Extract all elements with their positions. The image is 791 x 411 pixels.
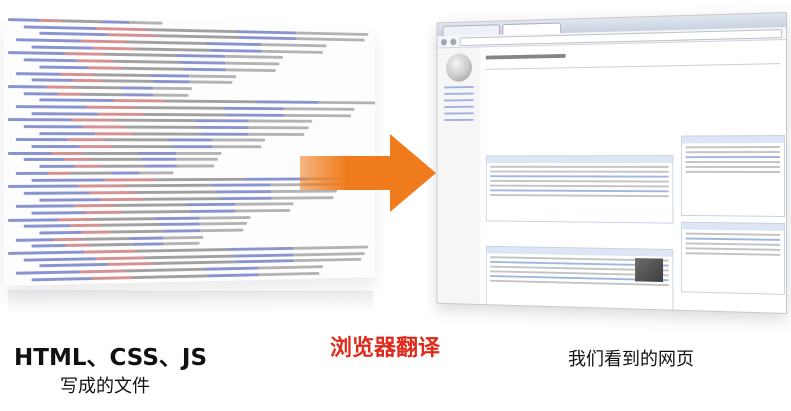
browser-screenshot	[436, 12, 787, 314]
code-line	[15, 235, 204, 242]
sidebar-link	[444, 105, 474, 108]
news-image	[635, 258, 664, 283]
code-line	[15, 171, 174, 175]
code-line	[7, 183, 341, 189]
code-line	[15, 202, 295, 209]
right-arrow-icon	[300, 134, 436, 212]
code-line	[31, 145, 262, 149]
wiki-main	[485, 45, 786, 313]
sidebar-link	[444, 118, 474, 122]
source-caption-line2: 写成的文件	[60, 376, 150, 397]
code-line	[23, 158, 218, 162]
result-caption: 我们看到的网页	[568, 349, 694, 370]
code-line	[15, 138, 266, 142]
wikipedia-globe-icon	[446, 53, 472, 82]
code-line	[7, 118, 312, 123]
presentation-box	[680, 135, 786, 217]
code-line	[23, 91, 189, 97]
code-line	[39, 98, 376, 105]
wiki-sidebar	[437, 47, 481, 304]
code-line	[31, 242, 200, 248]
code-line	[39, 195, 334, 202]
forward-icon	[450, 38, 457, 45]
source-code-reflection	[8, 290, 374, 314]
code-line	[23, 189, 337, 195]
code-line	[39, 228, 244, 235]
sidebar-link	[444, 99, 474, 102]
code-line	[7, 18, 163, 25]
browser-tab-active	[502, 22, 562, 35]
sidebar-link	[444, 112, 474, 115]
code-line	[31, 111, 351, 117]
code-line	[23, 58, 280, 66]
code-line	[39, 131, 305, 136]
code-line	[15, 71, 237, 78]
wiki-header	[485, 49, 781, 70]
participation-box	[680, 221, 786, 295]
code-line	[39, 164, 215, 169]
process-caption: 浏览器翻译	[330, 336, 441, 361]
code-line	[39, 65, 277, 72]
code-line	[15, 105, 355, 111]
code-line	[31, 208, 291, 215]
sidebar-link	[444, 92, 474, 95]
code-line	[31, 78, 233, 85]
back-icon	[440, 38, 447, 46]
code-line	[7, 151, 222, 155]
sidebar-link	[444, 86, 474, 89]
source-caption-line1: HTML、CSS、JS	[14, 345, 208, 371]
code-line	[23, 125, 309, 130]
browser-tab	[442, 24, 500, 37]
code-line	[7, 215, 251, 222]
code-line	[23, 222, 248, 229]
code-line	[7, 84, 193, 90]
featured-article-box	[485, 155, 674, 224]
